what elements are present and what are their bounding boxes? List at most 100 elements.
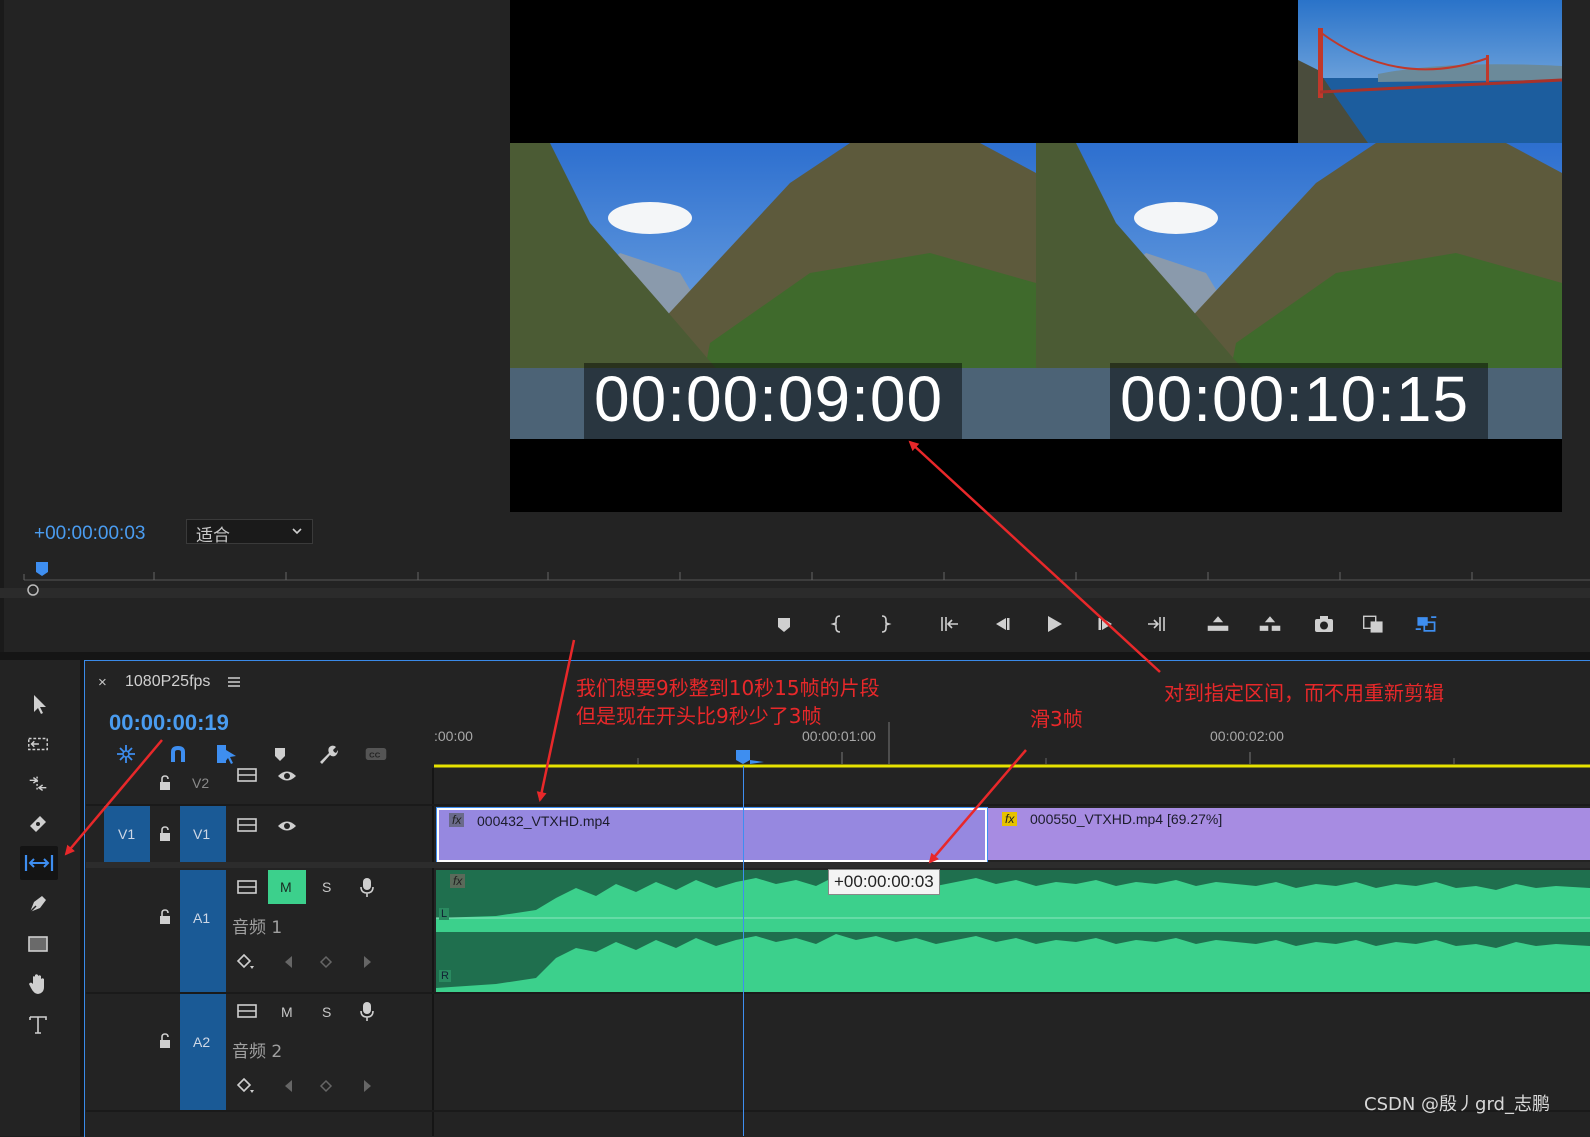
go-to-out-icon[interactable]: [1144, 612, 1168, 636]
v2-eye-icon[interactable]: [276, 768, 298, 784]
go-to-in-icon[interactable]: [938, 612, 962, 636]
zoom-select[interactable]: 适合: [186, 519, 313, 546]
chevron-down-icon: [292, 528, 302, 535]
multicam-icon[interactable]: [1414, 612, 1438, 636]
a1-track-label: A1: [193, 910, 211, 926]
a2-solo-button[interactable]: S: [322, 1004, 331, 1020]
a1-solo-button[interactable]: S: [322, 879, 331, 895]
v1-eye-icon[interactable]: [276, 818, 298, 834]
program-video-frame: 00:00:09:00 00:00:10:15: [510, 0, 1562, 512]
header-separator: [432, 768, 434, 1136]
audio-waveform: [436, 876, 1590, 992]
razor-tool-icon[interactable]: [26, 812, 50, 836]
slip-tool-icon: [24, 855, 54, 871]
a1-mute-label: M: [280, 879, 292, 895]
a2-track-label: A2: [193, 1034, 211, 1050]
v1-track-target[interactable]: V1: [180, 806, 226, 862]
a1-mic-icon[interactable]: [358, 876, 376, 898]
ripple-edit-tool-icon[interactable]: [26, 772, 50, 796]
clip-000550-name: 000550_VTXHD.mp4 [69.27%]: [1030, 811, 1223, 827]
selection-tool-icon[interactable]: [28, 692, 52, 716]
a2-track-target[interactable]: A2: [180, 994, 226, 1110]
clip-000550-fx-badge[interactable]: fx: [1002, 812, 1018, 826]
a2-mic-icon[interactable]: [358, 1000, 376, 1022]
left-empty-panel: [0, 0, 4, 652]
a1-track-name: 音频 1: [232, 918, 283, 938]
step-forward-icon[interactable]: [1094, 612, 1118, 636]
v2-track-label[interactable]: V2: [192, 775, 209, 791]
playhead-line[interactable]: [743, 766, 744, 1136]
annotation-note1-line2: 但是现在开头比9秒少了3帧: [576, 704, 822, 728]
track-divider-a1: [86, 992, 1590, 994]
type-tool-icon[interactable]: [26, 1012, 50, 1036]
a2-mute-button[interactable]: M: [281, 1004, 293, 1020]
a2-add-keyframe-icon[interactable]: [318, 1078, 334, 1094]
v1-toggle-sync-icon[interactable]: [236, 816, 258, 834]
a1-prev-keyframe-icon[interactable]: [282, 954, 296, 970]
a2-lock-icon[interactable]: [156, 1032, 174, 1050]
a2-next-keyframe-icon[interactable]: [360, 1078, 374, 1094]
audio-channel-l: L: [439, 908, 450, 920]
a2-keyframe-icon[interactable]: [236, 1076, 258, 1096]
marker-icon[interactable]: [772, 612, 796, 636]
track-divider-v1: [86, 862, 1590, 868]
annotation-note2: 滑3帧: [1030, 707, 1083, 731]
camera-icon[interactable]: [1312, 612, 1336, 636]
a1-lock-icon[interactable]: [156, 908, 174, 926]
annotation-note3: 对到指定区间，而不用重新剪辑: [1164, 681, 1444, 705]
zoom-select-value: 适合: [196, 526, 230, 546]
a1-track-target[interactable]: A1: [180, 870, 226, 992]
a1-keyframe-icon[interactable]: [236, 952, 258, 972]
compare-icon[interactable]: [1362, 612, 1386, 636]
track-select-tool-icon[interactable]: [26, 732, 50, 756]
monitor-ruler[interactable]: [0, 560, 1590, 600]
panel-divider: [0, 652, 1590, 660]
slip-tool-button[interactable]: [20, 846, 58, 880]
audio-clip-fx-badge[interactable]: fx: [450, 874, 466, 888]
a2-prev-keyframe-icon[interactable]: [282, 1078, 296, 1094]
step-back-icon[interactable]: [990, 612, 1014, 636]
timeline-settings-wrench-icon[interactable]: [316, 742, 340, 766]
clip-000550[interactable]: fx 000550_VTXHD.mp4 [69.27%]: [988, 808, 1590, 860]
clip-000432-name: 000432_VTXHD.mp4: [477, 813, 611, 829]
v2-toggle-sync-icon[interactable]: [236, 766, 258, 784]
a1-toggle-sync-icon[interactable]: [236, 878, 258, 896]
v2-lock-icon[interactable]: [156, 774, 174, 792]
watermark: CSDN @殷丿grd_志鹏: [1364, 1094, 1550, 1115]
slip-offset-tooltip: +00:00:00:03: [828, 869, 940, 895]
captions-icon[interactable]: CC: [364, 742, 388, 766]
a1-next-keyframe-icon[interactable]: [360, 954, 374, 970]
audio-clip-a1[interactable]: fx L R: [436, 870, 1590, 992]
timeline-tab-close-icon[interactable]: ×: [98, 674, 107, 691]
nest-icon[interactable]: [114, 742, 138, 766]
clip-000432[interactable]: fx 000432_VTXHD.mp4: [436, 807, 988, 863]
timeline-menu-icon[interactable]: [226, 674, 242, 690]
timeline-playhead-timecode[interactable]: 00:00:00:19: [109, 710, 229, 736]
a2-track-name: 音频 2: [232, 1042, 283, 1062]
pen-tool-icon[interactable]: [26, 892, 50, 916]
annotation-note1-line1: 我们想要9秒整到10秒15帧的片段: [576, 676, 880, 700]
play-icon[interactable]: [1042, 612, 1066, 636]
hand-tool-icon[interactable]: [26, 972, 50, 996]
timecode-overlay-left: 00:00:09:00: [594, 363, 944, 435]
v1-source-patch[interactable]: V1: [104, 806, 150, 862]
clip-000432-fx-badge[interactable]: fx: [449, 813, 465, 827]
mark-out-icon[interactable]: [872, 612, 896, 636]
a1-add-keyframe-icon[interactable]: [318, 954, 334, 970]
a2-toggle-sync-icon[interactable]: [236, 1002, 258, 1020]
rectangle-tool-icon[interactable]: [26, 932, 50, 956]
mark-in-icon[interactable]: [826, 612, 850, 636]
audio-channel-r: R: [439, 970, 451, 982]
svg-text:CC: CC: [369, 750, 381, 759]
track-divider-v2: [86, 804, 1590, 806]
monitor-offset-timecode[interactable]: +00:00:00:03: [34, 523, 145, 545]
snap-magnet-icon[interactable]: [166, 742, 190, 766]
add-marker-icon[interactable]: [268, 742, 292, 766]
linked-selection-icon[interactable]: [214, 742, 238, 766]
timeline-tab-label[interactable]: 1080P25fps: [125, 673, 210, 691]
a1-mute-button[interactable]: M: [268, 870, 306, 904]
v1-lock-icon[interactable]: [156, 825, 174, 843]
lift-icon[interactable]: [1206, 612, 1230, 636]
extract-icon[interactable]: [1258, 612, 1282, 636]
v1-source-label: V1: [118, 826, 136, 842]
